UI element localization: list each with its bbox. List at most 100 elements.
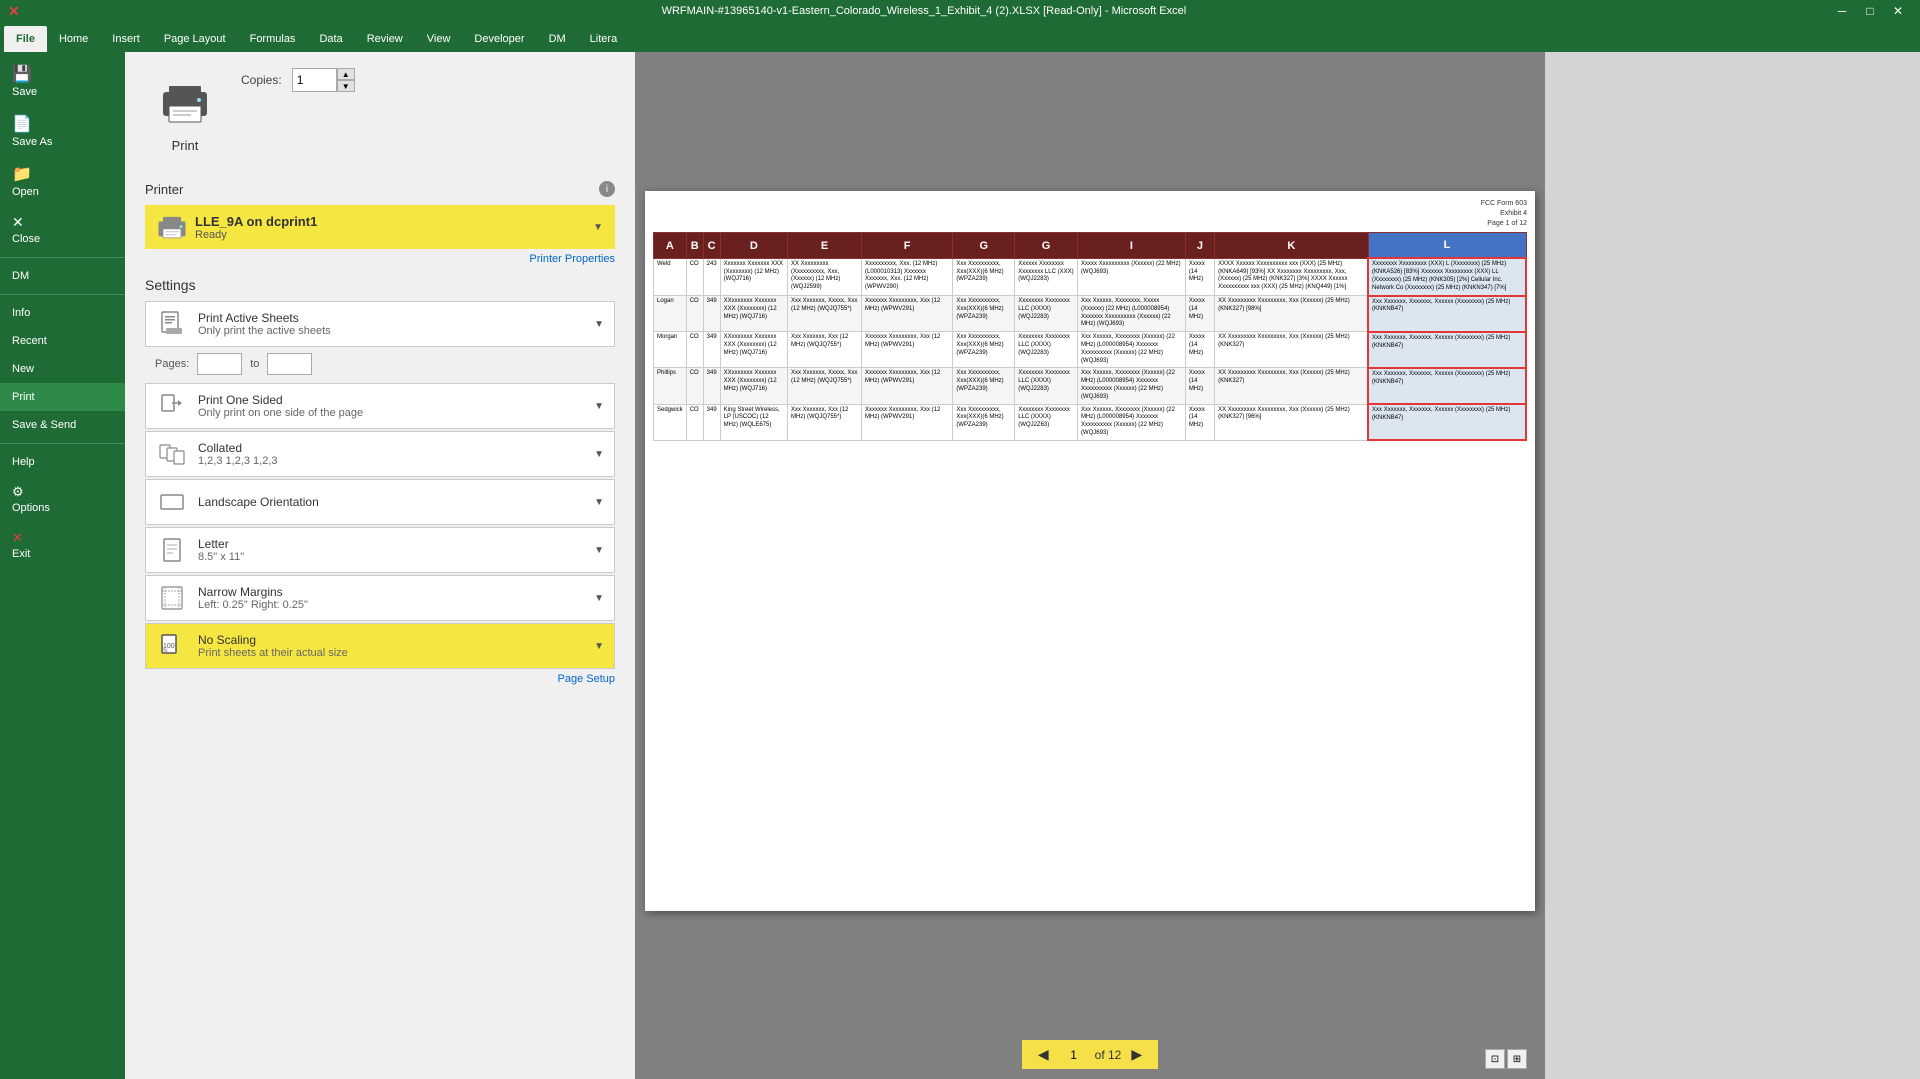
printer-section-header: Printer i <box>145 181 615 197</box>
collated-setting[interactable]: Collated 1,2,3 1,2,3 1,2,3 ▼ <box>145 431 615 477</box>
col-g2-header: G <box>1015 233 1078 259</box>
save-as-icon: 📄 <box>12 114 32 134</box>
one-sided-icon <box>156 390 188 422</box>
narrow-margins-setting[interactable]: Narrow Margins Left: 0.25" Right: 0.25" … <box>145 575 615 621</box>
printer-properties-link[interactable]: Printer Properties <box>145 253 615 265</box>
one-sided-text: Print One Sided Only print on one side o… <box>198 393 594 419</box>
page-total: of 12 <box>1095 1048 1122 1062</box>
table-cell: Xxx Xxxxxxx, Xxxxxxx, Xxxxxx (Xxxxxxxx) … <box>1368 296 1526 332</box>
table-cell: Logan <box>654 296 687 332</box>
printer-selector[interactable]: LLE_9A on dcprint1 Ready ▼ <box>145 205 615 249</box>
letter-setting[interactable]: Letter 8.5" x 11" ▼ <box>145 527 615 573</box>
sidebar-item-dm[interactable]: DM <box>0 262 125 290</box>
collated-desc: 1,2,3 1,2,3 1,2,3 <box>198 455 594 467</box>
table-cell: Xxxxxxx Xxxxxxx XXX (Xxxxxxxx) (12 MHz) … <box>720 258 787 295</box>
tab-page-layout[interactable]: Page Layout <box>152 26 238 52</box>
sidebar-divider-2 <box>0 294 125 295</box>
sidebar-divider-1 <box>0 257 125 258</box>
pages-to-input[interactable] <box>267 353 312 375</box>
sidebar-item-close[interactable]: ✕ Close <box>0 206 125 253</box>
svg-text:%: % <box>163 648 168 654</box>
copies-down-button[interactable]: ▼ <box>337 80 355 92</box>
sidebar-item-print[interactable]: Print <box>0 383 125 411</box>
tab-formulas[interactable]: Formulas <box>238 26 308 52</box>
title-bar-title: WRFMAIN-#13965140-v1-Eastern_Colorado_Wi… <box>20 5 1828 17</box>
tab-litera[interactable]: Litera <box>578 26 630 52</box>
restore-button[interactable]: □ <box>1856 0 1884 22</box>
tab-dm[interactable]: DM <box>537 26 578 52</box>
tab-insert[interactable]: Insert <box>100 26 152 52</box>
table-cell: XX Xxxxxxxxx Xxxxxxxxx, Xxx (Xxxxxx) (25… <box>1215 404 1368 440</box>
prev-page-button[interactable]: ◀ <box>1034 1044 1053 1065</box>
print-button-label: Print <box>172 138 199 153</box>
table-cell: Xxxxxxx Xxxxxxxxx, Xxx (12 MHz) (WPWV291… <box>861 404 952 440</box>
active-sheets-icon <box>156 308 188 340</box>
sidebar-item-new[interactable]: New <box>0 355 125 383</box>
zoom-fit-button[interactable]: ⊡ <box>1485 1049 1505 1069</box>
sidebar-item-save[interactable]: 💾 Save <box>0 56 125 106</box>
tab-data[interactable]: Data <box>307 26 354 52</box>
sheet-header: FCC Form 603Exhibit 4Page 1 of 12 <box>653 199 1527 228</box>
print-active-sheets-setting[interactable]: Print Active Sheets Only print the activ… <box>145 301 615 347</box>
one-sided-desc: Only print on one side of the page <box>198 407 594 419</box>
pages-from-input[interactable] <box>197 353 242 375</box>
sidebar-item-open[interactable]: 📁 Open <box>0 156 125 206</box>
copies-input[interactable] <box>292 68 337 92</box>
sidebar-item-exit[interactable]: ✕ Exit <box>0 522 125 568</box>
title-bar: ✕ WRFMAIN-#13965140-v1-Eastern_Colorado_… <box>0 0 1920 22</box>
tab-developer[interactable]: Developer <box>462 26 536 52</box>
sidebar-item-save-send[interactable]: Save & Send <box>0 411 125 439</box>
table-cell: XX Xxxxxxxxx Xxxxxxxxx, Xxx (Xxxxxx) (25… <box>1215 296 1368 332</box>
active-sheets-arrow: ▼ <box>594 319 604 330</box>
landscape-setting[interactable]: Landscape Orientation ▼ <box>145 479 615 525</box>
options-icon: ⚙ <box>12 484 24 500</box>
sidebar-item-options[interactable]: ⚙ Options <box>0 476 125 522</box>
table-cell: Xxxxxxx Xxxxxxxxx, Xxx (12 MHz) (WPWV291… <box>861 332 952 368</box>
zoom-page-button[interactable]: ⊞ <box>1507 1049 1527 1069</box>
close-button[interactable]: ✕ <box>1884 0 1912 22</box>
tab-view[interactable]: View <box>415 26 463 52</box>
table-cell: XXxxxxxxx Xxxxxxx XXX (Xxxxxxxx) (12 MHz… <box>720 296 787 332</box>
open-icon: 📁 <box>12 164 32 184</box>
table-cell: XXxxxxxxx Xxxxxxx XXX (Xxxxxxxx) (12 MHz… <box>720 368 787 404</box>
next-page-button[interactable]: ▶ <box>1127 1044 1146 1065</box>
print-button[interactable] <box>145 68 225 138</box>
table-cell: Xxx Xxxxxxx, Xxx (12 MHz) (WQJQ755*) <box>788 332 862 368</box>
sidebar-options-label: Options <box>12 502 50 514</box>
table-cell: Xxx Xxxxxxxxxx, Xxx(XXX)(6 MHz) (WPZA239… <box>953 258 1015 295</box>
sidebar-save-as-label: Save As <box>12 136 52 148</box>
table-cell: XXxxxxxxx Xxxxxxx XXX (Xxxxxxxx) (12 MHz… <box>720 332 787 368</box>
table-cell: Sedgwick <box>654 404 687 440</box>
sidebar-item-recent[interactable]: Recent <box>0 327 125 355</box>
sidebar-item-help[interactable]: Help <box>0 448 125 476</box>
table-cell: Xxx Xxxxxxx, Xxxxx, Xxx (12 MHz) (WQJQ75… <box>788 368 862 404</box>
page-navigation: ◀ of 12 ▶ <box>1022 1040 1158 1069</box>
print-one-sided-setting[interactable]: Print One Sided Only print on one side o… <box>145 383 615 429</box>
collated-text: Collated 1,2,3 1,2,3 1,2,3 <box>198 441 594 467</box>
tab-file[interactable]: File <box>4 26 47 52</box>
table-cell: CO <box>686 368 703 404</box>
save-icon: 💾 <box>12 64 32 84</box>
no-scaling-setting[interactable]: 100 % No Scaling Print sheets at their a… <box>145 623 615 669</box>
table-cell: Xxxxxxxx Xxxxxxxx LLC (XXXX) (WQJ2Z63) <box>1015 404 1078 440</box>
preview-area: FCC Form 603Exhibit 4Page 1 of 12 A B C … <box>635 52 1545 1079</box>
collated-icon <box>156 438 188 470</box>
table-cell: Xxxxx (14 MHz) <box>1185 258 1214 295</box>
sidebar-divider-3 <box>0 443 125 444</box>
page-setup-link[interactable]: Page Setup <box>145 673 615 685</box>
table-cell: Xxxxxxxx Xxxxxxxx LLC (XXXX) (WQJ2283) <box>1015 368 1078 404</box>
letter-title: Letter <box>198 537 594 551</box>
sidebar-item-info[interactable]: Info <box>0 299 125 327</box>
tab-review[interactable]: Review <box>355 26 415 52</box>
page-number-input[interactable] <box>1059 1048 1089 1062</box>
sidebar-save-send-label: Save & Send <box>12 419 76 431</box>
sidebar-item-save-as[interactable]: 📄 Save As <box>0 106 125 156</box>
table-cell: Xxx Xxxxxx, Xxxxxxxx, Xxxxx (Xxxxxx) (22… <box>1077 296 1185 332</box>
tab-home[interactable]: Home <box>47 26 100 52</box>
table-cell: 349 <box>703 296 720 332</box>
printer-info-icon[interactable]: i <box>599 181 615 197</box>
col-a-header: A <box>654 233 687 259</box>
col-c-header: C <box>703 233 720 259</box>
minimize-button[interactable]: ─ <box>1828 0 1856 22</box>
copies-up-button[interactable]: ▲ <box>337 68 355 80</box>
